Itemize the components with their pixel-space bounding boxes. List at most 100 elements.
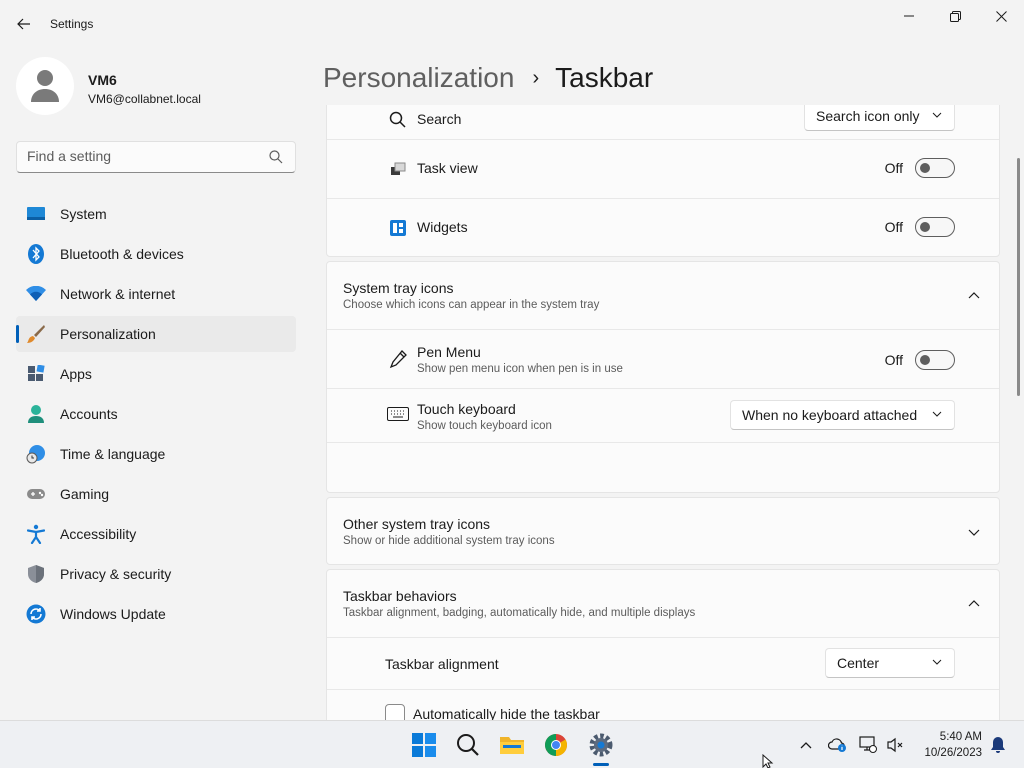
user-avatar-icon [31, 70, 59, 102]
setting-label: Pen Menu [417, 344, 481, 360]
sidebar-item-label: Privacy & security [60, 566, 172, 582]
chevron-up-icon[interactable] [967, 597, 981, 611]
maximize-button[interactable] [932, 4, 978, 28]
touch-keyboard-dropdown[interactable]: When no keyboard attached [730, 400, 955, 430]
search-icon [457, 734, 479, 756]
minimize-button[interactable] [886, 4, 932, 28]
section-subtitle: Show or hide additional system tray icon… [343, 535, 555, 547]
keyboard-icon [387, 403, 409, 425]
chevron-up-icon [800, 742, 812, 749]
sidebar-item-label: Time & language [60, 446, 166, 462]
sidebar-item-label: Accounts [60, 406, 118, 422]
file-explorer-button[interactable] [496, 729, 528, 761]
show-hidden-icons-button[interactable] [796, 735, 816, 755]
settings-content: Search Search icon only Task view Off Wi… [326, 105, 1000, 720]
volume-button[interactable] [886, 735, 906, 755]
start-button[interactable] [408, 729, 440, 761]
sidebar-item-privacy[interactable]: Privacy & security [16, 556, 296, 592]
globe-clock-icon [26, 444, 46, 464]
sidebar-item-label: Apps [60, 366, 92, 382]
gamepad-icon [26, 484, 46, 504]
setting-row-auto-hide: Automatically hide the taskbar [327, 689, 999, 720]
bluetooth-icon [26, 244, 46, 264]
chevron-down-icon[interactable] [967, 525, 981, 539]
setting-label: Task view [417, 160, 478, 176]
settings-search[interactable] [16, 141, 296, 173]
taskbar-items-card: Search Search icon only Task view Off Wi… [326, 105, 1000, 257]
sidebar-item-windows-update[interactable]: Windows Update [16, 596, 296, 632]
section-title: Taskbar behaviors [343, 588, 457, 604]
setting-row-pen-menu: Pen Menu Show pen menu icon when pen is … [327, 329, 999, 388]
widgets-icon [387, 217, 409, 239]
restore-icon [949, 10, 961, 22]
sidebar-item-apps[interactable]: Apps [16, 356, 296, 392]
wifi-icon [26, 284, 46, 304]
close-icon [995, 10, 1007, 22]
toggle-state-label: Off [884, 160, 903, 176]
breadcrumb: Personalization › Taskbar [323, 58, 653, 98]
taskbar-behaviors-card: Taskbar behaviors Taskbar alignment, bad… [326, 569, 1000, 720]
clock-date: 10/26/2023 [924, 747, 982, 759]
dropdown-value: When no keyboard attached [742, 407, 918, 423]
dropdown-value: Center [837, 655, 880, 671]
sidebar-item-accounts[interactable]: Accounts [16, 396, 296, 432]
setting-label: Widgets [417, 219, 468, 235]
setting-description: Show pen menu icon when pen is in use [417, 363, 623, 375]
taskbar-alignment-dropdown[interactable]: Center [825, 648, 955, 678]
sidebar-item-accessibility[interactable]: Accessibility [16, 516, 296, 552]
user-profile[interactable]: VM6 VM6@collabnet.local [16, 57, 296, 117]
apps-icon [26, 364, 46, 384]
other-tray-icons-card[interactable]: Other system tray icons Show or hide add… [326, 497, 1000, 565]
section-title: Other system tray icons [343, 516, 491, 532]
settings-app-button[interactable] [585, 729, 617, 761]
sidebar-item-system[interactable]: System [16, 196, 296, 232]
network-status-button[interactable] [858, 735, 878, 755]
section-subtitle: Choose which icons can appear in the sys… [343, 299, 600, 311]
sidebar-item-gaming[interactable]: Gaming [16, 476, 296, 512]
pen-icon [387, 348, 409, 370]
toggle-state-label: Off [884, 352, 903, 368]
taskbar-clock[interactable]: 5:40 AM 10/26/2023 [912, 729, 982, 761]
file-explorer-icon [500, 737, 524, 754]
setting-row-taskbar-alignment: Taskbar alignment Center [327, 637, 999, 689]
sidebar-item-time-language[interactable]: Time & language [16, 436, 296, 472]
taskbar-behaviors-header[interactable]: Taskbar behaviors Taskbar alignment, bad… [327, 570, 999, 637]
sidebar-item-network[interactable]: Network & internet [16, 276, 296, 312]
chrome-icon [545, 734, 567, 756]
app-title: Settings [50, 17, 94, 31]
bell-icon [991, 737, 1005, 753]
setting-row-touch-keyboard: Touch keyboard Show touch keyboard icon … [327, 388, 999, 442]
brush-icon [26, 324, 46, 344]
chrome-button[interactable] [540, 729, 572, 761]
breadcrumb-parent[interactable]: Personalization [323, 62, 514, 94]
section-subtitle: Taskbar alignment, badging, automaticall… [343, 607, 696, 619]
pen-menu-toggle[interactable] [915, 350, 955, 370]
taskbar-search-button[interactable] [452, 729, 484, 761]
task-view-toggle[interactable] [915, 158, 955, 178]
close-button[interactable] [978, 4, 1024, 28]
toggle-state-label: Off [884, 219, 903, 235]
search-input[interactable] [27, 148, 257, 164]
sidebar-item-label: Bluetooth & devices [60, 246, 184, 262]
sidebar-item-label: System [60, 206, 107, 222]
user-name: VM6 [88, 72, 117, 88]
back-button[interactable] [10, 10, 38, 38]
system-tray-header[interactable]: System tray icons Choose which icons can… [327, 262, 999, 329]
sidebar-item-personalization[interactable]: Personalization [16, 316, 296, 352]
network-icon [859, 736, 877, 753]
chevron-up-icon[interactable] [967, 289, 981, 303]
auto-hide-checkbox[interactable] [385, 704, 405, 720]
update-icon [26, 604, 46, 624]
sidebar-item-bluetooth[interactable]: Bluetooth & devices [16, 236, 296, 272]
sidebar-item-label: Accessibility [60, 526, 137, 542]
notifications-button[interactable] [988, 735, 1008, 755]
onedrive-status-button[interactable] [828, 735, 848, 755]
system-tray-icons-card: System tray icons Choose which icons can… [326, 261, 1000, 493]
scrollbar[interactable] [1017, 158, 1020, 396]
search-mode-dropdown[interactable]: Search icon only [804, 105, 955, 131]
accessibility-icon [26, 524, 46, 544]
dropdown-value: Search icon only [816, 108, 920, 124]
setting-row-task-view: Task view Off [327, 139, 999, 198]
widgets-toggle[interactable] [915, 217, 955, 237]
settings-icon [589, 733, 613, 757]
